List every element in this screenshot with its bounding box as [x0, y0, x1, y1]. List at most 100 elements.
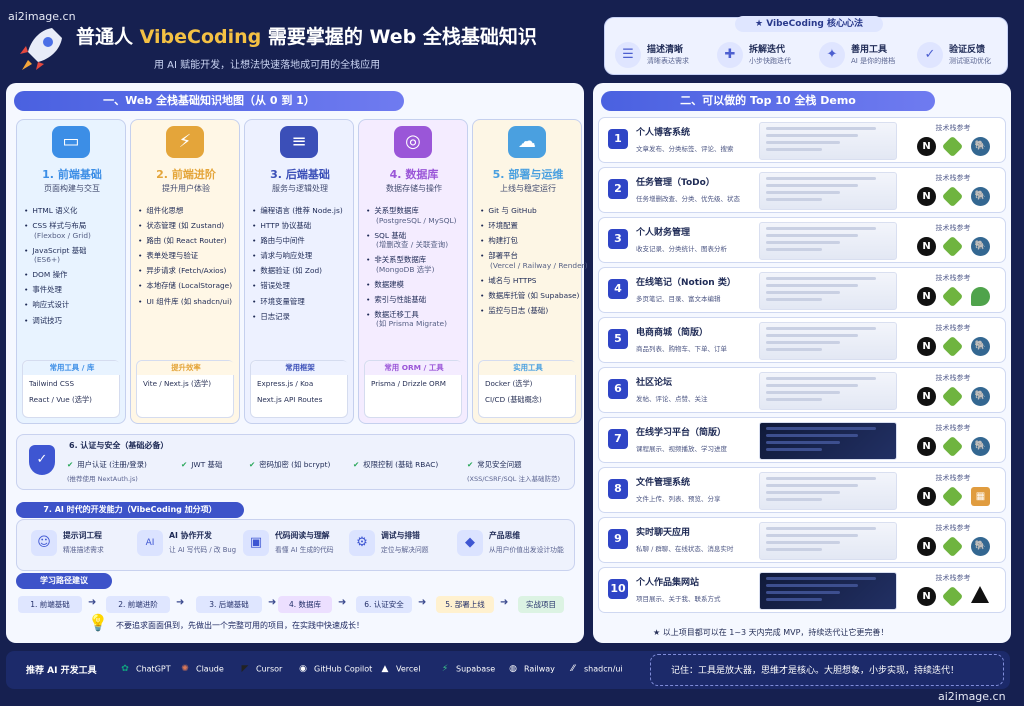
check-icon: ✔ — [67, 460, 74, 469]
supabase-icon: ⚡ — [441, 664, 449, 674]
column-subtitle: 页面构建与交互 — [44, 184, 100, 193]
ai-section-title: 7. AI 时代的开发能力（VibeCoding 加分项） — [16, 502, 244, 518]
storage-icon: ▦ — [971, 487, 990, 506]
topic-label: 域名与 HTTPS — [488, 275, 537, 285]
topic-label: 部署平台 — [488, 251, 518, 261]
ai-tool-item[interactable]: ◍ Railway — [506, 662, 555, 676]
topic-label: DOM 操作 — [32, 270, 68, 280]
topic-item: 异步请求 (Fetch/Axios) — [138, 266, 232, 276]
column-title: 4. 数据库 — [389, 168, 439, 181]
vercel-icon — [971, 586, 989, 603]
topic-label: 状态管理 (如 Zustand) — [146, 221, 225, 231]
nodejs-icon — [941, 335, 964, 358]
auth-label: 权限控制 (基础 RBAC) — [363, 460, 439, 469]
demo-number: 8 — [608, 479, 628, 499]
tool-item: Express.js / Koa — [257, 379, 314, 388]
topic-label: 编程语言 (推荐 Node.js) — [260, 206, 343, 215]
ai-tool-item[interactable]: ◤ Cursor — [238, 662, 283, 676]
core-principles-panel: ★ VibeCoding 核心心法 ☰ 描述清晰 清晰表达需求 ✚ 拆解迭代 小步快跑迭… — [604, 16, 1008, 75]
arrow-icon: ➜ — [268, 597, 277, 608]
tools-title: 常用框架 — [251, 361, 349, 375]
topic-label: 事件处理 — [32, 285, 62, 295]
knowledge-map-panel: 一、Web 全栈基础知识地图（从 0 到 1） ▭1. 前端基础页面构建与交互H… — [6, 83, 588, 643]
topic-item: 监控与日志 (基础) — [480, 306, 588, 316]
ai-tool-item[interactable]: ◉ GitHub Copilot — [296, 662, 372, 676]
topic-item: 非关系型数据库(MongoDB 选学) — [366, 255, 457, 274]
ai-tool-item[interactable]: ✺ Claude — [178, 662, 224, 676]
server-icon: ≡ — [280, 126, 318, 158]
auth-item: ✔ 权限控制 (基础 RBAC) — [353, 459, 438, 470]
nodejs-icon — [941, 285, 964, 308]
arrow-icon: ➜ — [338, 597, 347, 608]
topic-list: Git 与 GitHub 环境配置构建打包部署平台(Vercel / Railwa… — [480, 206, 588, 321]
topic-item: SQL 基础(增删改查 / 关联查询) — [366, 231, 457, 250]
topic-item: 状态管理 (如 Zustand) — [138, 221, 232, 231]
tool-item: Docker (选学) — [485, 379, 533, 388]
ai-skill-desc: 定位与解决问题 — [381, 546, 429, 554]
ai-tool-label: Cursor — [256, 664, 283, 674]
topic-item: DOM 操作 — [24, 270, 91, 280]
demo-card: 8 文件管理系统 文件上传、列表、预览、分享 技术栈参考 N ▦ — [598, 467, 1006, 513]
topic-label: HTML 语义化 — [32, 206, 78, 215]
tools-title: 实用工具 — [479, 361, 577, 375]
column-subtitle: 数据存储与操作 — [386, 184, 442, 193]
lightbulb-icon: 💡 — [88, 613, 108, 632]
topic-label: 索引与性能基础 — [374, 294, 427, 304]
lightning-icon: ⚡ — [166, 126, 204, 158]
arrow-icon: ➜ — [88, 597, 97, 608]
demo-card: 1 个人博客系统 文章发布、分类标签、评论、搜索 技术栈参考 N 🐘 — [598, 117, 1006, 163]
topic-list: 编程语言 (推荐 Node.js) HTTP 协议基础路由与中间件请求与响应处理数… — [252, 206, 343, 327]
ai-tools-bar: 推荐 AI 开发工具 ✿ ChatGPT ✺ Claude ◤ Cursor ◉ GitHub… — [6, 651, 1010, 689]
topic-label: 非关系型数据库 — [374, 255, 427, 265]
ai-tool-item[interactable]: ▲ Vercel — [378, 662, 421, 676]
topic-item: 错误处理 — [252, 281, 343, 291]
demo-desc: 课程展示、视频播放、学习进度 — [636, 445, 727, 453]
demo-card: 2 任务管理（ToDo） 任务增删改查、分类、优先级、状态 技术栈参考 N 🐘 — [598, 167, 1006, 213]
tool-item: Vite / Next.js (选学) — [143, 379, 212, 388]
magic-wand-icon: ✦ — [819, 42, 845, 68]
topic-label: SQL 基础 — [374, 230, 407, 240]
ai-tools-label: 推荐 AI 开发工具 — [26, 666, 97, 676]
ai-tool-label: Claude — [196, 664, 224, 674]
topic-item: 数据建模 — [366, 280, 457, 290]
ai-tool-item[interactable]: ✿ ChatGPT — [118, 662, 170, 676]
demo-desc: 私聊 / 群聊、在线状态、消息实时 — [636, 545, 734, 553]
tool-item: Prisma / Drizzle ORM — [371, 379, 446, 388]
topic-item: 域名与 HTTPS — [480, 276, 588, 286]
ai-tool-item[interactable]: ⚡ Supabase — [438, 662, 495, 676]
vercel-icon: ▲ — [381, 664, 389, 674]
topic-item: 关系型数据库(PostgreSQL / MySQL) — [366, 206, 456, 225]
database-icon: ◎ — [394, 126, 432, 158]
ai-tool-item[interactable]: ⁄⁄ shadcn/ui — [566, 662, 622, 676]
nextjs-icon: N — [917, 537, 936, 556]
demo-number: 1 — [608, 129, 628, 149]
nodejs-icon — [941, 435, 964, 458]
auth-item: ✔ 用户认证 (注册/登录) (推荐使用 NextAuth.js) — [67, 459, 147, 483]
knowledge-column: ≡ 3. 后端基础服务与逻辑处理编程语言 (推荐 Node.js) HTTP 协议基… — [244, 119, 354, 424]
nextjs-icon: N — [917, 437, 936, 456]
postgresql-icon: 🐘 — [971, 537, 990, 556]
path-step: 4. 数据库 — [278, 596, 332, 613]
tech-stack-label: 技术栈参考 — [935, 124, 971, 132]
check-icon: ✔ — [249, 460, 256, 469]
tools-box: 常用框架 Express.js / Koa Next.js API Routes — [250, 360, 349, 418]
topic-label: 组件化思想 — [146, 206, 184, 215]
demo-screenshot — [759, 172, 897, 210]
demo-title: 个人作品集网站 — [636, 578, 700, 588]
postgresql-icon: 🐘 — [971, 237, 990, 256]
topic-label: 错误处理 — [260, 281, 290, 291]
ai-skill-desc: 从用户价值出发设计功能 — [489, 546, 564, 554]
topic-list: HTML 语义化 CSS 样式与布局(Flexbox / Grid) JavaScr… — [24, 206, 91, 331]
demo-number: 5 — [608, 329, 628, 349]
topic-label: 异步请求 (Fetch/Axios) — [146, 266, 227, 276]
demo-card: 3 个人财务管理 收支记录、分类统计、图表分析 技术栈参考 N 🐘 — [598, 217, 1006, 263]
auth-label: 常见安全问题 — [477, 460, 522, 469]
topic-label: 响应式设计 — [32, 300, 70, 310]
topic-item: 路由 (如 React Router) — [138, 236, 232, 246]
nodejs-icon — [941, 235, 964, 258]
demo-list-panel: 二、可以做的 Top 10 全栈 Demo 1 个人博客系统 文章发布、分类标签、评… — [593, 83, 1011, 643]
topic-item: 调试技巧 — [24, 316, 91, 326]
tool-item: CI/CD (基础概念) — [485, 395, 542, 404]
auth-label: 用户认证 (注册/登录) — [77, 460, 147, 469]
postgresql-icon: 🐘 — [971, 387, 990, 406]
